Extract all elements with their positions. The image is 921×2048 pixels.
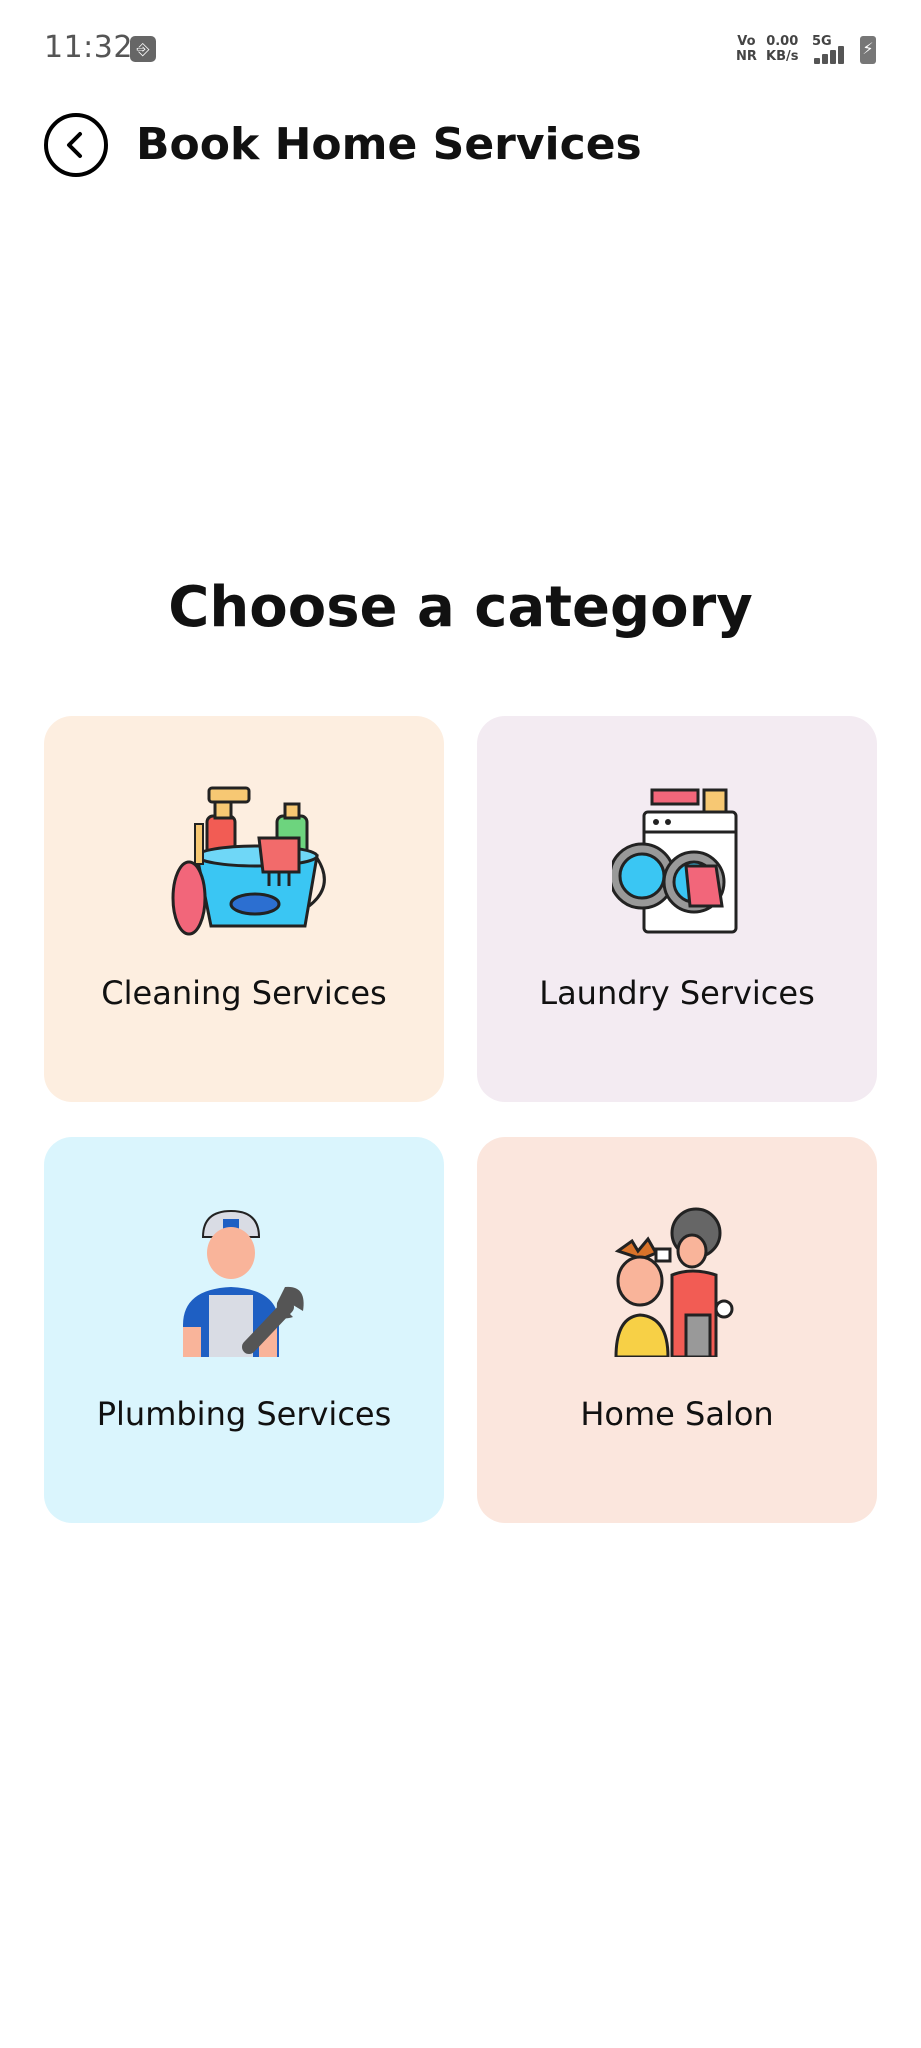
chevron-left-icon xyxy=(67,132,82,158)
plumber-icon xyxy=(44,1207,444,1357)
back-button[interactable] xyxy=(44,113,108,177)
category-label: Home Salon xyxy=(580,1395,774,1433)
battery-icon: ⚡ xyxy=(860,36,876,64)
washing-machine-icon xyxy=(477,786,877,936)
status-time: 11:32 xyxy=(44,30,133,65)
app-header: Book Home Services xyxy=(0,105,921,195)
signal-icon xyxy=(814,40,854,64)
category-card-plumbing[interactable]: Plumbing Services xyxy=(44,1137,444,1523)
category-label: Cleaning Services xyxy=(101,974,387,1012)
page-title: Book Home Services xyxy=(136,119,642,170)
hair-salon-icon xyxy=(477,1207,877,1357)
status-bar: 11:32 ⎆ Vo NR 0.00 KB/s 5G ⚡ xyxy=(0,0,921,100)
network-type: Vo NR xyxy=(736,34,757,64)
category-label: Plumbing Services xyxy=(96,1395,392,1433)
category-heading: Choose a category xyxy=(168,575,753,640)
category-card-salon[interactable]: Home Salon xyxy=(477,1137,877,1523)
usb-icon: ⎆ xyxy=(130,36,156,62)
network-speed: 0.00 KB/s xyxy=(766,34,799,64)
category-card-cleaning[interactable]: Cleaning Services xyxy=(44,716,444,1102)
category-card-laundry[interactable]: Laundry Services xyxy=(477,716,877,1102)
category-label: Laundry Services xyxy=(539,974,815,1012)
cleaning-bucket-icon xyxy=(44,786,444,936)
